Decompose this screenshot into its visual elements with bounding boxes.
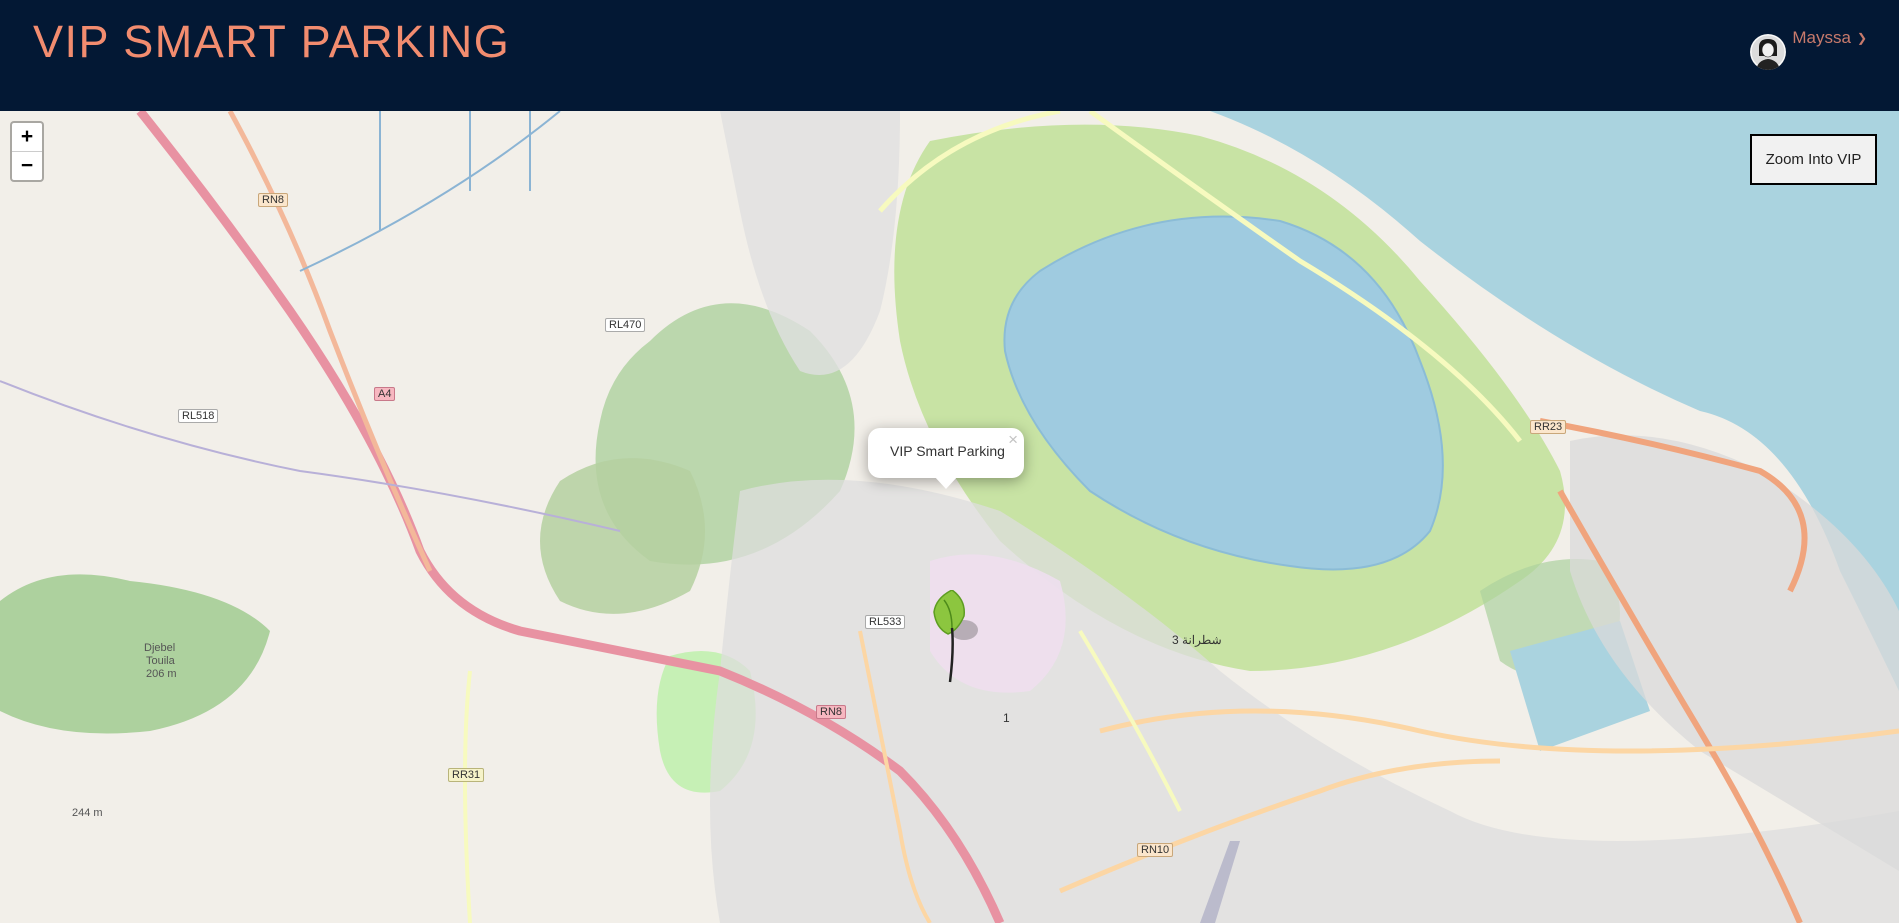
zoom-out-button[interactable]: − (12, 152, 42, 180)
brand-title[interactable]: VIP SMART PARKING (33, 16, 510, 68)
map-pin-icon[interactable] (922, 589, 982, 695)
map-popup: VIP Smart Parking × (868, 428, 1024, 478)
road-label: RL533 (865, 615, 906, 629)
popup-tip (934, 476, 958, 489)
road-label: A4 (374, 387, 396, 401)
road-label: RL518 (178, 409, 219, 423)
place-label: Touila (146, 655, 175, 667)
map-road-labels: RN8 RL470 RL518 A4 RL533 RN8 RR31 RN10 R… (0, 111, 1899, 923)
place-label: Djebel (144, 642, 176, 654)
chevron-down-icon[interactable]: ❯ (1857, 31, 1867, 45)
road-label: RL470 (605, 318, 646, 332)
place-label: 206 m (146, 668, 177, 680)
place-label: 1 (1003, 711, 1010, 725)
popup-text: VIP Smart Parking (890, 443, 1005, 459)
map-area[interactable]: RN8 RL470 RL518 A4 RL533 RN8 RR31 RN10 R… (0, 111, 1899, 923)
road-label: RR31 (448, 768, 485, 782)
road-label: RN8 (258, 193, 289, 207)
user-avatar-icon[interactable] (1750, 34, 1787, 70)
navbar: VIP SMART PARKING Mayssa ❯ (0, 0, 1899, 111)
road-label: RR23 (1530, 420, 1567, 434)
zoom-into-vip-button[interactable]: Zoom Into VIP (1750, 134, 1877, 185)
place-label: 3 شطرانة (1172, 633, 1222, 647)
user-name[interactable]: Mayssa (1792, 28, 1851, 48)
zoom-control: + − (10, 121, 44, 182)
popup-close-button[interactable]: × (1008, 430, 1018, 450)
place-label: 244 m (72, 807, 103, 819)
zoom-in-button[interactable]: + (12, 123, 42, 152)
road-label: RN8 (816, 705, 847, 719)
road-label: RN10 (1137, 843, 1174, 857)
user-menu[interactable]: Mayssa ❯ (1750, 28, 1867, 70)
